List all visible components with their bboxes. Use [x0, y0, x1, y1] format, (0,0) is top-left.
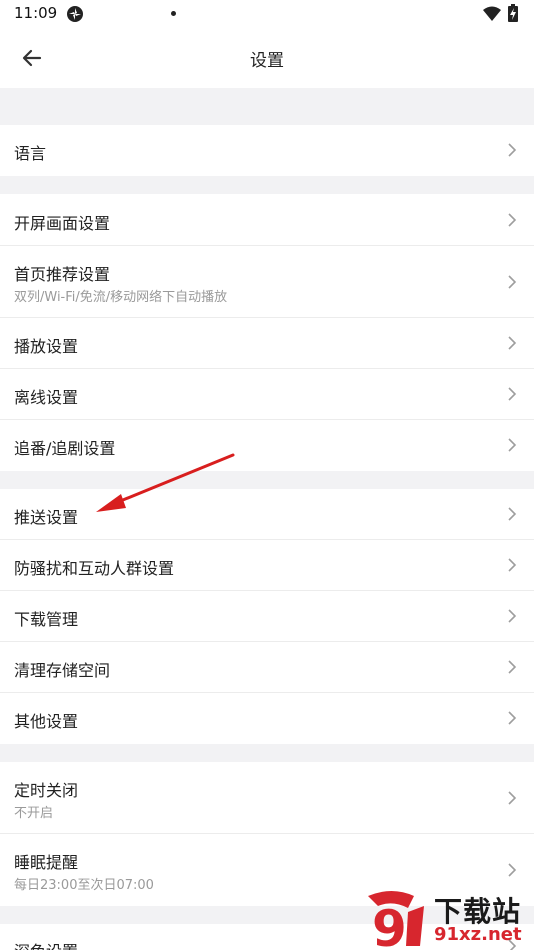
settings-item-label: 深色设置	[14, 938, 78, 950]
settings-item-label: 首页推荐设置	[14, 265, 111, 284]
settings-item-subtitle: 每日23:00至次日07:00	[14, 878, 154, 893]
chevron-right-icon	[508, 711, 517, 725]
settings-group-notifications: 推送设置 防骚扰和互动人群设置 下载管理 清理存储空间 其他设置	[0, 489, 534, 744]
chevron-right-icon	[508, 863, 517, 877]
settings-item-label: 离线设置	[14, 388, 79, 407]
status-time: 11:09	[14, 4, 58, 22]
settings-item-downloads[interactable]: 下载管理	[0, 591, 534, 642]
chevron-right-icon	[508, 438, 517, 452]
settings-group-language: 语言	[0, 125, 534, 176]
settings-item-home-recommend[interactable]: 首页推荐设置 双列/Wi-Fi/免流/移动网络下自动播放	[0, 246, 534, 318]
settings-item-label: 语言	[14, 144, 47, 163]
settings-item-label: 播放设置	[14, 337, 79, 356]
settings-item-label: 清理存储空间	[14, 661, 111, 680]
notification-dot-icon	[171, 11, 176, 16]
chevron-right-icon	[508, 791, 517, 805]
chevron-right-icon	[508, 507, 517, 521]
settings-group-timer: 定时关闭 不开启 睡眠提醒 每日23:00至次日07:00	[0, 762, 534, 906]
settings-item-subtitle: 不开启	[14, 806, 54, 821]
settings-item-offline[interactable]: 离线设置	[0, 369, 534, 420]
chevron-right-icon	[508, 336, 517, 350]
chevron-right-icon	[508, 558, 517, 572]
watermark-logo-icon: 9	[368, 891, 424, 950]
page-title: 设置	[250, 51, 284, 71]
settings-item-other[interactable]: 其他设置	[0, 693, 534, 744]
settings-item-label: 其他设置	[14, 712, 79, 731]
settings-item-subtitle: 双列/Wi-Fi/免流/移动网络下自动播放	[14, 290, 228, 305]
settings-group-display: 开屏画面设置 首页推荐设置 双列/Wi-Fi/免流/移动网络下自动播放 播放设置…	[0, 194, 534, 471]
settings-item-label: 下载管理	[14, 610, 79, 629]
settings-item-timed-close[interactable]: 定时关闭 不开启	[0, 762, 534, 834]
svg-text:9: 9	[372, 900, 407, 950]
settings-item-clear-storage[interactable]: 清理存储空间	[0, 642, 534, 693]
chevron-right-icon	[508, 275, 517, 289]
site-watermark: 9 下载站 91xz.net	[362, 888, 534, 950]
chevron-right-icon	[508, 660, 517, 674]
settings-item-language[interactable]: 语言	[0, 125, 534, 176]
settings-item-label: 追番/追剧设置	[14, 439, 116, 458]
settings-item-playback[interactable]: 播放设置	[0, 318, 534, 369]
settings-item-follow[interactable]: 追番/追剧设置	[0, 420, 534, 471]
settings-item-label: 推送设置	[14, 508, 79, 527]
chevron-right-icon	[508, 143, 517, 157]
settings-item-push[interactable]: 推送设置	[0, 489, 534, 540]
status-bar: 11:09	[0, 0, 534, 28]
chevron-right-icon	[508, 213, 517, 227]
settings-item-anti-harass[interactable]: 防骚扰和互动人群设置	[0, 540, 534, 591]
battery-charging-icon	[508, 4, 518, 22]
settings-item-label: 定时关闭	[14, 781, 79, 800]
app-bar: 设置	[0, 28, 534, 88]
watermark-url: 91xz.net	[434, 924, 522, 945]
wifi-icon	[483, 6, 501, 21]
chevron-right-icon	[508, 387, 517, 401]
settings-item-label: 防骚扰和互动人群设置	[14, 559, 175, 578]
settings-item-label: 开屏画面设置	[14, 214, 111, 233]
settings-item-splash[interactable]: 开屏画面设置	[0, 194, 534, 246]
chevron-right-icon	[508, 609, 517, 623]
app-notification-icon	[67, 6, 83, 22]
settings-item-label: 睡眠提醒	[14, 853, 79, 872]
